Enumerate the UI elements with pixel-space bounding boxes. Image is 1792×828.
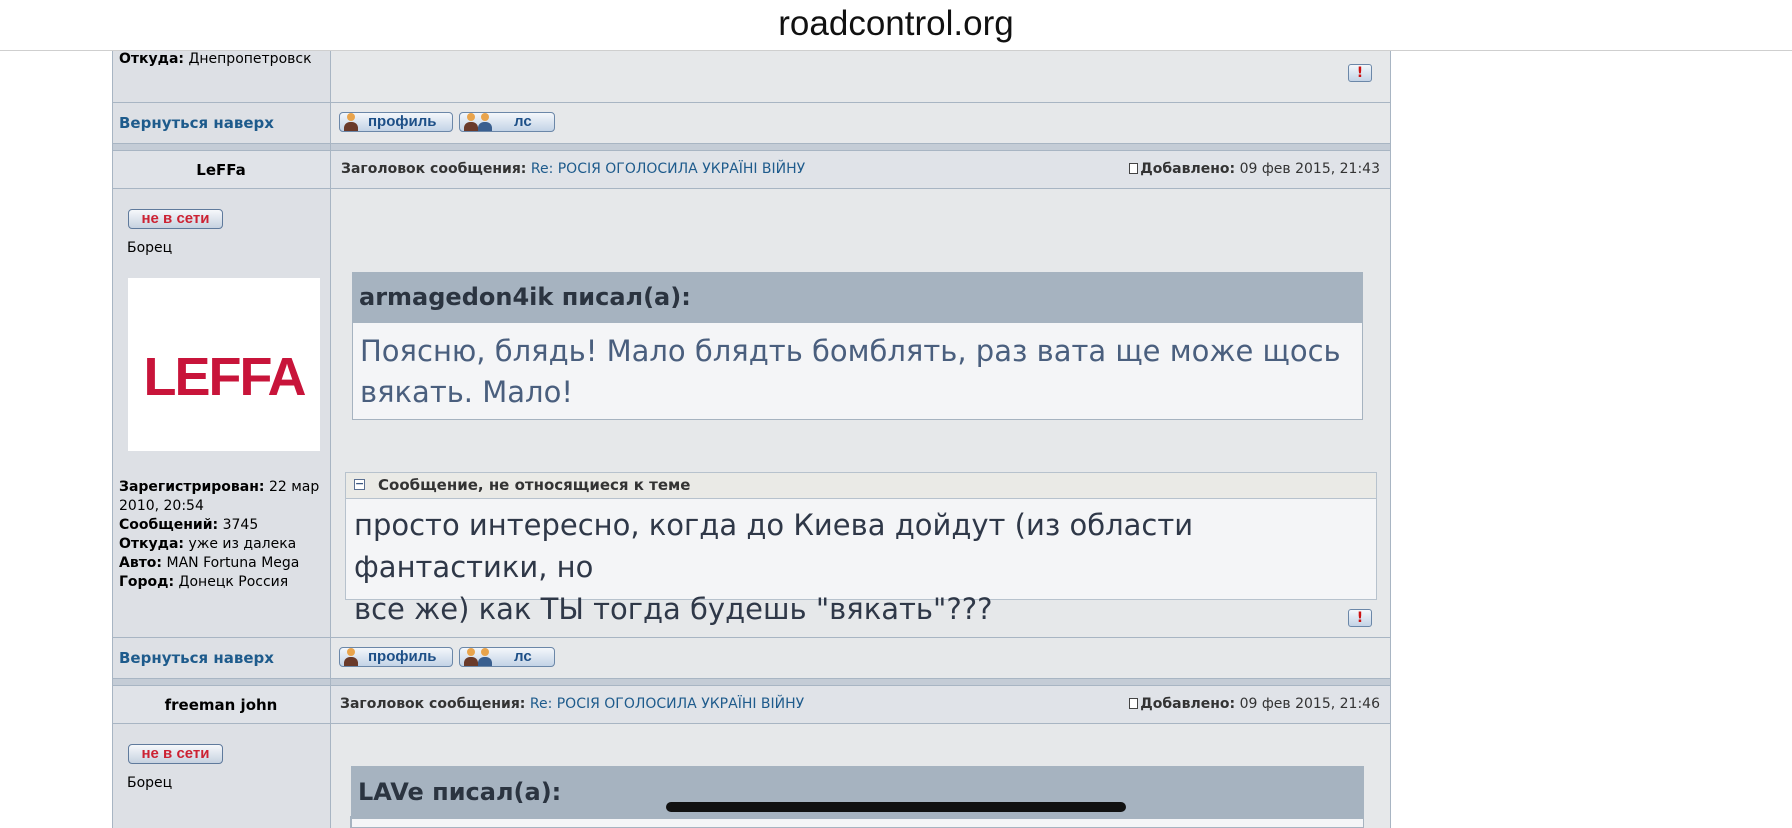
page-url[interactable]: roadcontrol.org <box>0 4 1792 44</box>
from-label: Откуда: <box>119 51 184 67</box>
back-to-top-link[interactable]: Вернуться наверх <box>119 649 274 667</box>
user-icon <box>343 113 359 131</box>
subject-link[interactable]: Re: РОСІЯ ОГОЛОСИЛА УКРАЇНІ ВІЙНУ <box>531 161 805 177</box>
post-header: Заголовок сообщения: Re: РОСІЯ ОГОЛОСИЛА… <box>331 151 1391 188</box>
post-icon[interactable] <box>1129 698 1139 709</box>
report-icon: ! <box>1356 65 1364 81</box>
user-icon <box>343 648 359 666</box>
post-actions: профиль лс <box>331 638 1391 678</box>
prev-post-profile: Откуда: Днепропетровск <box>112 50 330 102</box>
offtopic-content: просто интересно, когда до Киева дойдут … <box>345 499 1377 626</box>
post-subject: Заголовок сообщения: Re: РОСІЯ ОГОЛОСИЛА… <box>341 161 805 177</box>
post-author-name[interactable]: LeFFa <box>112 161 330 179</box>
quote-text: Поясню, блядь! Мало блядть бомблять, раз… <box>352 322 1363 420</box>
pm-button-label: лс <box>514 648 532 665</box>
offline-badge: не в сети <box>128 744 223 764</box>
author-details: Зарегистрирован: 22 мар 2010, 20:54 Сооб… <box>119 478 327 592</box>
back-to-top-link[interactable]: Вернуться наверх <box>119 114 274 132</box>
post-date-value: 09 фев 2015, 21:46 <box>1239 696 1380 712</box>
quote-text <box>351 818 1364 828</box>
post-date-value: 09 фев 2015, 21:43 <box>1239 161 1380 177</box>
added-label: Добавлено: <box>1140 696 1236 712</box>
registered-row-continued: 2010, 20:54 <box>119 498 204 514</box>
post-header: Заголовок сообщения: Re: РОСІЯ ОГОЛОСИЛА… <box>331 686 1391 723</box>
subject-link[interactable]: Re: РОСІЯ ОГОЛОСИЛА УКРАЇНІ ВІЙНУ <box>530 696 804 712</box>
post-author-cell: LeFFa <box>112 151 330 188</box>
report-icon: ! <box>1356 610 1364 626</box>
back-to-top-row: Вернуться наверх <box>112 103 330 143</box>
prev-post-actions: профиль лс <box>331 103 1391 143</box>
post-author-profile: не в сети Борец LEFFA Зарегистрирован: 2… <box>112 189 330 637</box>
pm-button[interactable]: лс <box>459 647 555 667</box>
from-row: Откуда: уже из далека <box>119 536 297 552</box>
post-body: armagedon4ik писал(а): Поясню, блядь! Ма… <box>331 189 1391 637</box>
post-author-cell: freeman john <box>112 686 330 723</box>
posts-count-row: Сообщений: 3745 <box>119 517 259 533</box>
offtopic-toggle[interactable]: − Сообщение, не относящиеся к теме <box>345 472 1377 499</box>
subject-label: Заголовок сообщения: <box>340 696 526 712</box>
pm-button[interactable]: лс <box>459 112 555 132</box>
city-row: Город: Донецк Россия <box>119 574 289 590</box>
profile-button[interactable]: профиль <box>339 647 453 667</box>
car-row: Авто: MAN Fortuna Mega <box>119 555 300 571</box>
offtopic-title: Сообщение, не относящиеся к теме <box>378 476 691 494</box>
from-value: Днепропетровск <box>188 51 312 67</box>
post-author-profile: не в сети Борец <box>112 724 330 828</box>
collapse-icon[interactable]: − <box>354 478 365 490</box>
subject-label: Заголовок сообщения: <box>341 161 527 177</box>
post-date: Добавлено: 09 фев 2015, 21:46 <box>1129 696 1380 712</box>
report-button[interactable]: ! <box>1348 609 1372 627</box>
author-rank: Борец <box>127 775 173 791</box>
author-avatar: LEFFA <box>128 278 320 451</box>
added-label: Добавлено: <box>1140 161 1236 177</box>
home-indicator[interactable] <box>666 802 1126 812</box>
browser-address-bar[interactable]: roadcontrol.org <box>0 0 1792 51</box>
pm-button-label: лс <box>514 113 532 130</box>
author-rank: Борец <box>127 240 173 256</box>
avatar-logo: LEFFA <box>143 347 307 407</box>
profile-button[interactable]: профиль <box>339 112 453 132</box>
post-subject: Заголовок сообщения: Re: РОСІЯ ОГОЛОСИЛА… <box>340 696 804 712</box>
registered-row: Зарегистрирован: 22 мар <box>119 479 320 495</box>
back-to-top-row: Вернуться наверх <box>112 638 330 678</box>
quote-author: armagedon4ik писал(а): <box>352 272 1363 323</box>
prev-post-from: Откуда: Днепропетровск <box>119 51 312 67</box>
post-date: Добавлено: 09 фев 2015, 21:43 <box>1129 161 1380 177</box>
report-button[interactable]: ! <box>1348 64 1372 82</box>
prev-post-body: ! <box>331 50 1391 102</box>
post-icon[interactable] <box>1129 163 1139 174</box>
profile-button-label: профиль <box>368 113 437 130</box>
post-author-name[interactable]: freeman john <box>112 696 330 714</box>
offline-badge: не в сети <box>128 209 223 229</box>
forum-thread: Откуда: Днепропетровск ! Вернуться навер… <box>112 50 1391 828</box>
profile-button-label: профиль <box>368 648 437 665</box>
